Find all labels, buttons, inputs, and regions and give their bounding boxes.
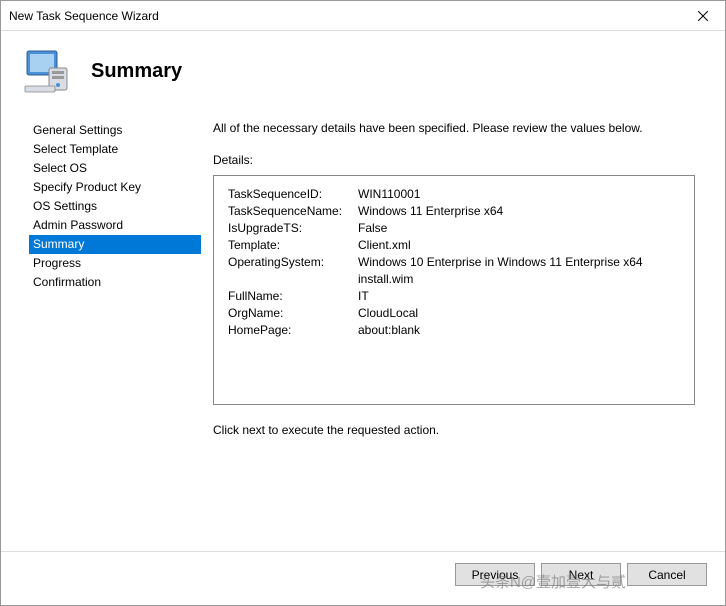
titlebar: New Task Sequence Wizard <box>1 1 725 31</box>
detail-key: Template: <box>228 237 358 254</box>
sidebar-item-confirmation[interactable]: Confirmation <box>29 273 201 292</box>
detail-value: WIN110001 <box>358 186 680 203</box>
detail-row: OrgName:CloudLocal <box>228 305 680 322</box>
detail-key: TaskSequenceName: <box>228 203 358 220</box>
close-button[interactable] <box>680 1 725 31</box>
sidebar-item-select-os[interactable]: Select OS <box>29 159 201 178</box>
page-title: Summary <box>91 60 182 83</box>
sidebar-item-progress[interactable]: Progress <box>29 254 201 273</box>
detail-value: Windows 11 Enterprise x64 <box>358 203 680 220</box>
hint-text: Click next to execute the requested acti… <box>213 423 695 437</box>
detail-row: Template:Client.xml <box>228 237 680 254</box>
sidebar-item-select-template[interactable]: Select Template <box>29 140 201 159</box>
details-label: Details: <box>213 153 695 167</box>
window-title: New Task Sequence Wizard <box>9 9 159 23</box>
detail-key: OperatingSystem: <box>228 254 358 288</box>
wizard-steps-sidebar: General SettingsSelect TemplateSelect OS… <box>11 111 201 551</box>
close-icon <box>698 11 708 21</box>
detail-value: about:blank <box>358 322 680 339</box>
detail-value: False <box>358 220 680 237</box>
detail-key: OrgName: <box>228 305 358 322</box>
instruction-text: All of the necessary details have been s… <box>213 121 695 135</box>
detail-row: OperatingSystem:Windows 10 Enterprise in… <box>228 254 680 288</box>
wizard-header: Summary <box>1 31 725 111</box>
cancel-button[interactable]: Cancel <box>627 563 707 586</box>
sidebar-item-os-settings[interactable]: OS Settings <box>29 197 201 216</box>
detail-value: IT <box>358 288 680 305</box>
detail-value: Windows 10 Enterprise in Windows 11 Ente… <box>358 254 680 288</box>
detail-row: TaskSequenceName:Windows 11 Enterprise x… <box>228 203 680 220</box>
content-area: General SettingsSelect TemplateSelect OS… <box>1 111 725 551</box>
next-button[interactable]: Next <box>541 563 621 586</box>
sidebar-item-specify-product-key[interactable]: Specify Product Key <box>29 178 201 197</box>
detail-key: IsUpgradeTS: <box>228 220 358 237</box>
detail-value: CloudLocal <box>358 305 680 322</box>
sidebar-item-general-settings[interactable]: General Settings <box>29 121 201 140</box>
detail-key: FullName: <box>228 288 358 305</box>
computer-icon <box>21 46 71 96</box>
wizard-footer: Previous Next Cancel <box>1 551 725 597</box>
detail-row: IsUpgradeTS:False <box>228 220 680 237</box>
sidebar-item-summary[interactable]: Summary <box>29 235 201 254</box>
main-panel: All of the necessary details have been s… <box>201 111 715 551</box>
detail-row: TaskSequenceID:WIN110001 <box>228 186 680 203</box>
previous-button[interactable]: Previous <box>455 563 535 586</box>
detail-key: HomePage: <box>228 322 358 339</box>
detail-value: Client.xml <box>358 237 680 254</box>
detail-row: HomePage:about:blank <box>228 322 680 339</box>
detail-row: FullName:IT <box>228 288 680 305</box>
sidebar-item-admin-password[interactable]: Admin Password <box>29 216 201 235</box>
details-box: TaskSequenceID:WIN110001TaskSequenceName… <box>213 175 695 405</box>
detail-key: TaskSequenceID: <box>228 186 358 203</box>
